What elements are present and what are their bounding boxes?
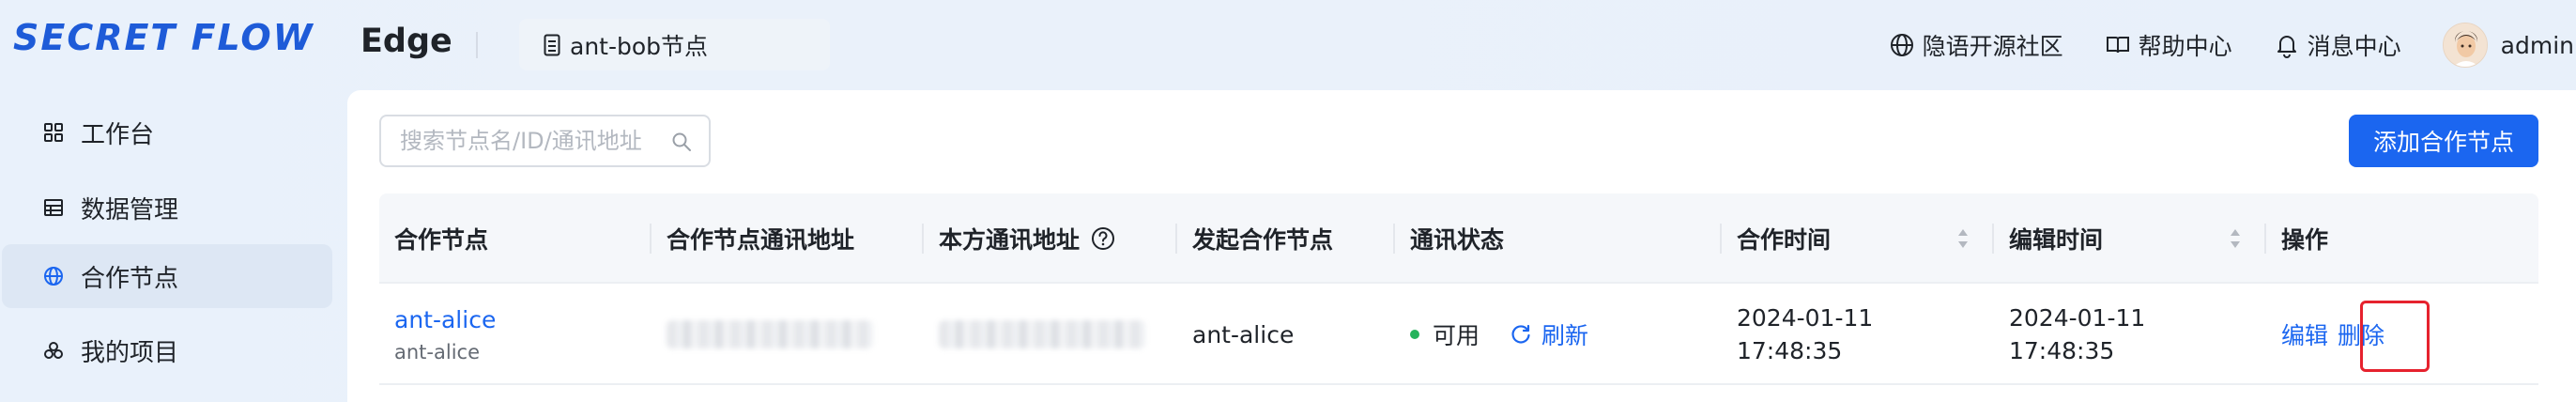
column-header-node: 合作节点	[379, 193, 652, 284]
refresh-button[interactable]: 刷新	[1510, 317, 1588, 351]
status-text: 可用	[1433, 322, 1480, 349]
partner-nodes-table: 合作节点 合作节点通讯地址 本方通讯地址 发起合作节点 通讯状态 合作时间 编辑…	[379, 193, 2538, 385]
search-input[interactable]	[400, 128, 663, 154]
node-selector[interactable]: ant-bob节点	[519, 19, 830, 70]
app-name: Edge	[360, 23, 452, 60]
table-header: 合作节点 合作节点通讯地址 本方通讯地址 发起合作节点 通讯状态 合作时间 编辑…	[379, 193, 2538, 284]
sidebar-item-partner-nodes[interactable]: 合作节点	[2, 244, 332, 308]
help-center-link-label: 帮助中心	[2138, 33, 2232, 60]
column-header-actions: 操作	[2281, 226, 2329, 254]
search-icon[interactable]	[671, 131, 692, 152]
table-icon	[44, 199, 63, 216]
edit-date: 2024-01-11	[2009, 304, 2146, 332]
add-partner-node-button[interactable]: 添加合作节点	[2349, 115, 2538, 167]
user-name: admin	[2500, 31, 2574, 59]
node-cell: ant-alice ant-alice	[379, 284, 652, 385]
column-header-initiator: 发起合作节点	[1177, 193, 1395, 284]
sidebar-item-my-projects[interactable]: 我的项目	[2, 318, 332, 382]
grid-icon	[44, 123, 63, 142]
sort-icon[interactable]	[2229, 227, 2242, 250]
current-node-label: ant-bob节点	[570, 32, 709, 60]
edit-time-cell: 2024-01-11 17:48:35	[1994, 284, 2266, 385]
node-name-link[interactable]: ant-alice	[394, 306, 652, 333]
sidebar-item-label: 数据管理	[81, 195, 179, 224]
initiator-value: ant-alice	[1192, 320, 1295, 348]
table-body: ant-alice ant-alice ant-alice 可用 刷新 2024…	[379, 284, 2538, 385]
column-header-coop-time[interactable]: 合作时间	[1722, 193, 1994, 284]
book-icon	[2106, 37, 2129, 54]
column-header-edit-time[interactable]: 编辑时间	[1994, 193, 2266, 284]
community-link[interactable]: 隐语开源社区	[1889, 28, 2063, 62]
status-dot	[1410, 330, 1419, 339]
coop-date: 2024-01-11	[1737, 304, 1874, 332]
coop-time-cell: 2024-01-11 17:48:35	[1722, 284, 1994, 385]
column-header-status: 通讯状态	[1395, 193, 1722, 284]
question-icon[interactable]	[1091, 226, 1115, 251]
sidebar-item-label: 我的项目	[81, 338, 179, 367]
project-icon	[44, 342, 63, 359]
edit-button[interactable]: 编辑	[2281, 317, 2328, 351]
search-box[interactable]	[379, 115, 711, 167]
main-content: 添加合作节点 合作节点 合作节点通讯地址 本方通讯地址 发起合作节点	[347, 90, 2576, 402]
message-center-link[interactable]: 消息中心	[2274, 28, 2401, 62]
refresh-label: 刷新	[1541, 322, 1589, 349]
header-divider	[476, 32, 478, 58]
message-center-link-label: 消息中心	[2307, 33, 2401, 60]
sidebar-item-workbench[interactable]: 工作台	[2, 100, 332, 164]
refresh-icon	[1511, 324, 1530, 344]
globe-icon	[44, 267, 63, 286]
sidebar-item-label: 合作节点	[81, 264, 179, 293]
own-address-cell	[924, 284, 1177, 385]
column-header-own-address: 本方通讯地址	[924, 193, 1177, 284]
status-cell: 可用 刷新	[1395, 284, 1722, 385]
sidebar-item-data-management[interactable]: 数据管理	[2, 176, 332, 240]
avatar	[2442, 23, 2488, 68]
sidebar: 工作台 数据管理 合作节点 我的项目	[0, 90, 347, 402]
bell-icon	[2277, 36, 2296, 58]
header-links: 隐语开源社区 帮助中心 消息中心 admin	[1889, 19, 2576, 71]
redacted-own-address	[939, 320, 1145, 348]
actions-cell: 编辑 删除	[2266, 284, 2538, 385]
delete-button[interactable]: 删除	[2338, 317, 2384, 351]
column-header-node-address: 合作节点通讯地址	[652, 193, 924, 284]
node-address-cell	[652, 284, 924, 385]
top-header: SECRET FLOW Edge ant-bob节点 隐语开源社区 帮助中心 消…	[0, 0, 2576, 90]
initiator-cell: ant-alice	[1177, 284, 1395, 385]
community-link-label: 隐语开源社区	[1922, 33, 2063, 60]
actions-group: 编辑 删除	[2281, 317, 2538, 351]
edit-time: 17:48:35	[2009, 337, 2115, 364]
coop-time: 17:48:35	[1737, 337, 1843, 364]
status-group: 可用 刷新	[1410, 317, 1722, 351]
user-menu[interactable]: admin	[2442, 23, 2576, 68]
sidebar-item-label: 工作台	[81, 120, 155, 149]
node-id: ant-alice	[394, 340, 480, 363]
sort-icon[interactable]	[1956, 227, 1970, 250]
help-center-link[interactable]: 帮助中心	[2105, 28, 2232, 62]
document-icon	[544, 34, 560, 55]
globe-icon	[1890, 34, 1913, 56]
redacted-node-address	[667, 320, 873, 348]
secretflow-logo[interactable]: SECRET FLOW	[13, 17, 314, 58]
table-row: ant-alice ant-alice ant-alice 可用 刷新 2024…	[379, 284, 2538, 385]
